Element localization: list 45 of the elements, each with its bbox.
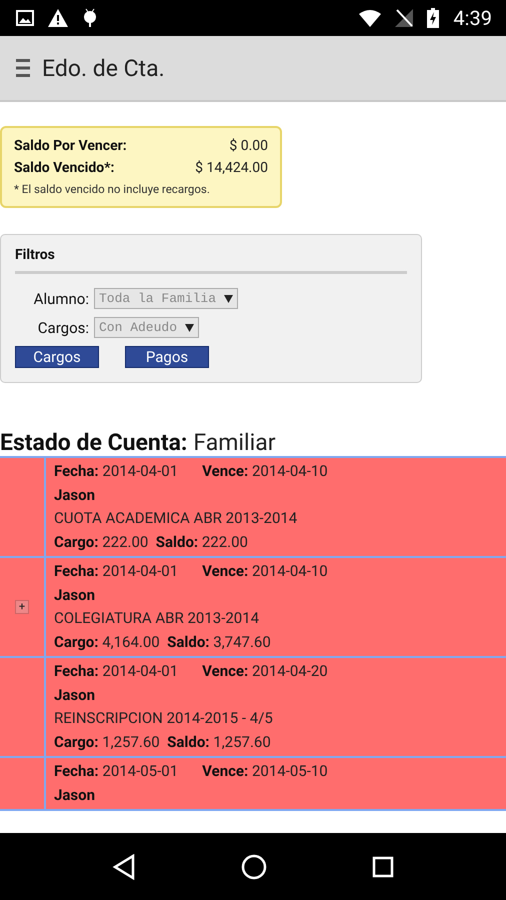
charge-amounts: Cargo: 1,257.60 Saldo: 1,257.60 bbox=[54, 732, 272, 752]
due-date-text: Vence: 2014-04-20 bbox=[202, 661, 328, 682]
date-text: Fecha: 2014-04-01 bbox=[54, 661, 178, 682]
image-icon bbox=[16, 10, 34, 26]
student-name: Jason bbox=[54, 484, 96, 506]
student-name: Jason bbox=[54, 784, 96, 806]
recents-icon[interactable] bbox=[372, 856, 394, 878]
filter-button[interactable]: Pagos bbox=[125, 346, 209, 368]
battery-charging-icon bbox=[427, 8, 440, 28]
expand-button[interactable]: + bbox=[15, 600, 29, 614]
student-name: Jason bbox=[54, 684, 96, 706]
date-text: Fecha: 2014-04-01 bbox=[54, 461, 178, 482]
filter-label: Alumno: bbox=[32, 290, 89, 308]
charge-description: COLEGIATURA ABR 2013-2014 bbox=[54, 608, 260, 629]
no-signal-icon bbox=[395, 9, 414, 27]
statement-label: Estado de Cuenta: bbox=[0, 429, 188, 456]
back-icon[interactable] bbox=[112, 854, 136, 880]
due-date-text: Vence: 2014-04-10 bbox=[202, 561, 328, 582]
android-icon bbox=[82, 8, 98, 28]
date-text: Fecha: 2014-04-01 bbox=[54, 561, 178, 582]
wifi-icon bbox=[359, 9, 382, 27]
balance-amount: $ 0.00 bbox=[229, 138, 268, 154]
balance-amount: $ 14,424.00 bbox=[195, 160, 268, 176]
menu-icon[interactable] bbox=[16, 57, 30, 79]
clock-time: 4:39 bbox=[453, 6, 492, 30]
due-date-text: Vence: 2014-04-10 bbox=[202, 461, 328, 482]
balance-label: Saldo Vencido*: bbox=[14, 160, 114, 176]
charge-amounts: Cargo: 4,164.00 Saldo: 3,747.60 bbox=[54, 632, 272, 652]
screen-title: Edo. de Cta. bbox=[42, 54, 165, 82]
filters-title: Filtros bbox=[15, 247, 407, 274]
filter-label: Cargos: bbox=[36, 318, 89, 336]
charge-description: REINSCRIPCION 2014-2015 - 4/5 bbox=[54, 708, 274, 729]
statement-scope: Familiar bbox=[193, 429, 276, 456]
charge-description: CUOTA ACADEMICA ABR 2013-2014 bbox=[54, 508, 298, 529]
date-text: Fecha: 2014-05-01 bbox=[54, 761, 178, 782]
charge-amounts: Cargo: 222.00 Saldo: 222.00 bbox=[54, 532, 249, 552]
balance-label: Saldo Por Vencer: bbox=[14, 138, 127, 154]
caret-icon bbox=[185, 324, 194, 332]
student-name: Jason bbox=[54, 584, 96, 606]
caret-icon bbox=[224, 294, 234, 302]
balance-note: * El saldo vencido no incluye recargos. bbox=[14, 182, 211, 196]
home-icon[interactable] bbox=[240, 854, 267, 880]
warning-icon bbox=[48, 9, 68, 27]
filter-button[interactable]: Cargos bbox=[15, 346, 99, 368]
due-date-text: Vence: 2014-05-10 bbox=[202, 761, 328, 782]
